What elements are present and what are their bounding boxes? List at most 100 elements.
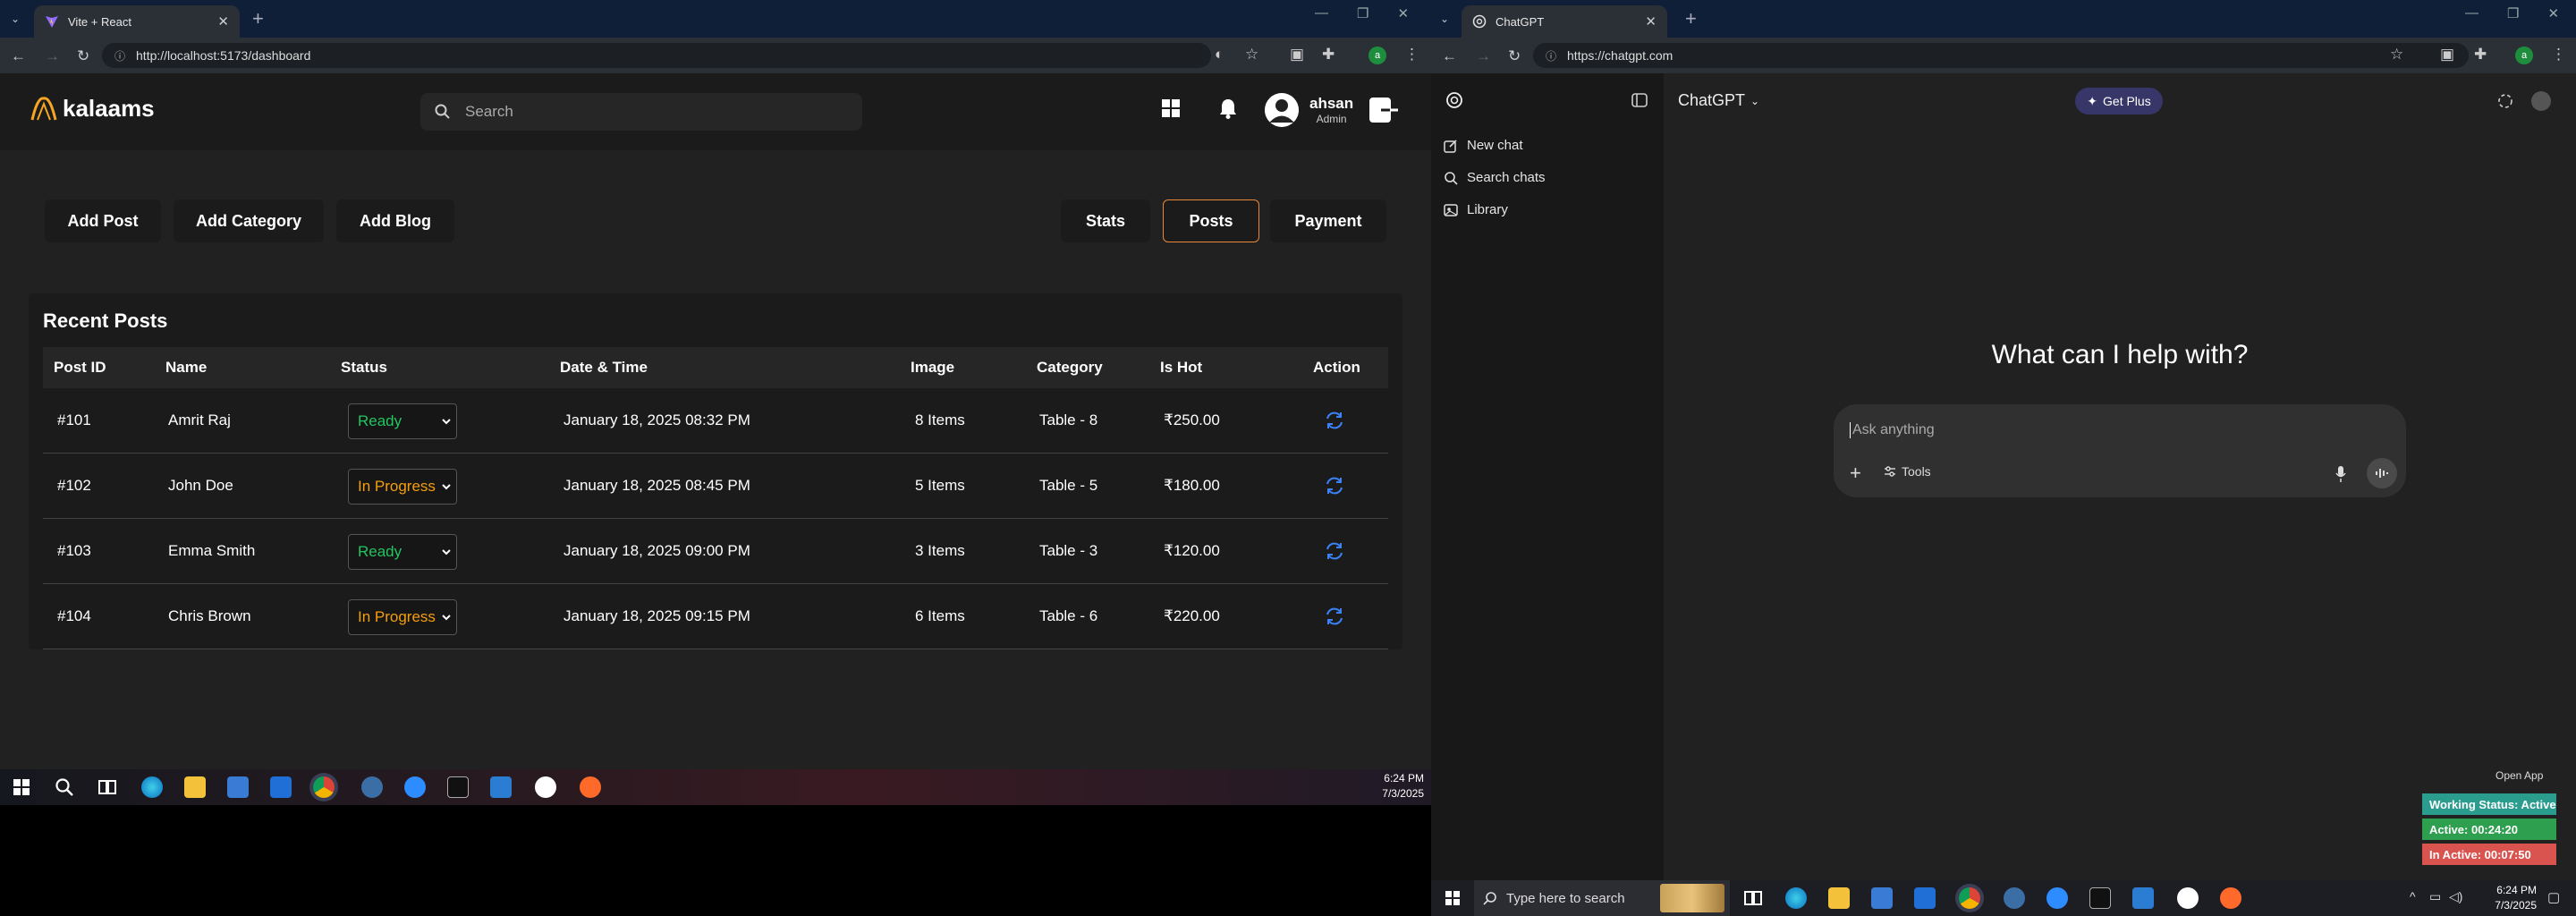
close-tab-icon[interactable]: ✕ bbox=[1645, 13, 1657, 30]
taskbar-clock[interactable]: 6:24 PM 7/3/2025 bbox=[2472, 883, 2537, 913]
bookmark-star-icon[interactable]: ☆ bbox=[1245, 46, 1258, 64]
payment-button[interactable]: Payment bbox=[1270, 199, 1386, 242]
taskbar-search-box[interactable]: Type here to search bbox=[1474, 880, 1730, 916]
status-select[interactable]: In Progress bbox=[348, 599, 457, 635]
tools-button[interactable]: Tools bbox=[1884, 464, 1931, 479]
user-menu[interactable]: ahsan Admin bbox=[1265, 93, 1353, 127]
back-icon[interactable]: ← bbox=[11, 47, 26, 65]
forward-icon[interactable]: → bbox=[1476, 47, 1491, 65]
voice-mode-button[interactable] bbox=[2367, 458, 2397, 488]
postman-icon[interactable] bbox=[580, 776, 601, 798]
account-avatar[interactable] bbox=[2531, 91, 2551, 111]
restore-icon[interactable]: ❐ bbox=[1357, 5, 1368, 21]
close-tab-icon[interactable]: ✕ bbox=[217, 13, 229, 30]
status-select[interactable]: In Progress bbox=[348, 469, 457, 505]
close-window-icon[interactable]: ✕ bbox=[1397, 5, 1409, 21]
extension-icon[interactable]: ▣ bbox=[2440, 46, 2454, 64]
posts-button[interactable]: Posts bbox=[1163, 199, 1259, 242]
new-tab-icon[interactable]: + bbox=[1685, 8, 1697, 30]
prompt-input[interactable]: Ask anything bbox=[1850, 422, 1935, 438]
address-bar[interactable]: ⓘ https://chatgpt.com bbox=[1533, 43, 2469, 68]
mail-icon[interactable] bbox=[270, 776, 292, 798]
search-chats-item[interactable]: Search chats bbox=[1444, 170, 1546, 185]
forward-icon[interactable]: → bbox=[45, 47, 60, 65]
extension-icon[interactable]: ▣ bbox=[1290, 46, 1304, 64]
refresh-icon[interactable] bbox=[1324, 388, 1345, 453]
search-bar[interactable]: Search bbox=[420, 93, 862, 131]
minimize-icon[interactable]: — bbox=[1315, 5, 1328, 21]
add-blog-button[interactable]: Add Blog bbox=[336, 199, 454, 242]
windows-start-icon[interactable] bbox=[11, 776, 32, 798]
terminal-icon[interactable] bbox=[447, 776, 469, 798]
minimize-icon[interactable]: — bbox=[2465, 5, 2479, 21]
app-icon[interactable] bbox=[535, 776, 556, 798]
zoom-icon[interactable] bbox=[404, 776, 426, 798]
zoom-icon[interactable] bbox=[2046, 887, 2068, 909]
taskbar-clock[interactable]: 6:24 PM 7/3/2025 bbox=[1342, 771, 1424, 802]
app-icon[interactable] bbox=[2177, 887, 2199, 909]
chrome-icon[interactable] bbox=[313, 776, 335, 798]
task-view-icon[interactable] bbox=[97, 776, 118, 798]
close-window-icon[interactable]: ✕ bbox=[2547, 5, 2559, 21]
notifications-icon[interactable]: ▢ bbox=[2547, 889, 2560, 905]
openai-logo-icon[interactable] bbox=[1445, 91, 1463, 109]
stats-button[interactable]: Stats bbox=[1061, 199, 1150, 242]
puzzle-icon[interactable]: ✚ bbox=[1322, 46, 1335, 64]
get-plus-button[interactable]: ✦ Get Plus bbox=[2075, 88, 2163, 114]
bookmark-star-icon[interactable]: ☆ bbox=[2390, 46, 2403, 64]
tab-vite-react[interactable]: Vite + React ✕ bbox=[34, 5, 240, 38]
edge-icon[interactable] bbox=[141, 776, 163, 798]
app-icon[interactable] bbox=[2004, 887, 2025, 909]
bell-icon[interactable] bbox=[1218, 98, 1238, 119]
microphone-icon[interactable] bbox=[2334, 465, 2347, 483]
refresh-icon[interactable] bbox=[1324, 519, 1345, 583]
address-bar[interactable]: ⓘ http://localhost:5173/dashboard bbox=[102, 43, 1211, 68]
postman-icon[interactable] bbox=[2220, 887, 2241, 909]
file-explorer-icon[interactable] bbox=[1828, 887, 1850, 909]
status-select[interactable]: Ready bbox=[348, 403, 457, 439]
search-icon[interactable] bbox=[54, 776, 75, 798]
model-selector[interactable]: ChatGPT ⌄ bbox=[1678, 91, 1759, 110]
status-select[interactable]: Ready bbox=[348, 534, 457, 570]
vscode-icon[interactable] bbox=[490, 776, 512, 798]
reload-icon[interactable]: ↻ bbox=[1508, 47, 1521, 65]
mail-icon[interactable] bbox=[1914, 887, 1936, 909]
task-view-icon[interactable] bbox=[1742, 887, 1764, 909]
profile-avatar[interactable]: a bbox=[1368, 47, 1386, 64]
grid-icon[interactable] bbox=[1161, 98, 1181, 118]
tab-chatgpt[interactable]: ChatGPT ✕ bbox=[1462, 5, 1667, 38]
vscode-icon[interactable] bbox=[2132, 887, 2154, 909]
new-tab-icon[interactable]: + bbox=[252, 8, 264, 30]
logo[interactable]: kalaams bbox=[29, 93, 155, 123]
temporary-chat-icon[interactable] bbox=[2497, 93, 2513, 109]
app-icon[interactable] bbox=[361, 776, 383, 798]
restore-icon[interactable]: ❐ bbox=[2507, 5, 2519, 21]
store-icon[interactable] bbox=[227, 776, 249, 798]
incognito-icon[interactable]: ◐ bbox=[1215, 46, 1224, 64]
open-app-link[interactable]: Open App bbox=[2496, 769, 2543, 782]
tab-search-icon[interactable]: ⌄ bbox=[1436, 11, 1453, 27]
library-item[interactable]: Library bbox=[1444, 202, 1508, 217]
edge-icon[interactable] bbox=[1785, 887, 1807, 909]
puzzle-icon[interactable]: ✚ bbox=[2474, 46, 2487, 64]
site-info-icon[interactable]: ⓘ bbox=[114, 48, 125, 64]
volume-icon[interactable]: ◁) bbox=[2449, 889, 2462, 904]
back-icon[interactable]: ← bbox=[1442, 47, 1457, 65]
refresh-icon[interactable] bbox=[1324, 454, 1345, 518]
site-info-icon[interactable]: ⓘ bbox=[1546, 48, 1556, 64]
menu-dots-icon[interactable]: ⋮ bbox=[2551, 46, 2566, 64]
reload-icon[interactable]: ↻ bbox=[77, 47, 89, 65]
add-category-button[interactable]: Add Category bbox=[174, 199, 324, 242]
logout-icon[interactable] bbox=[1368, 97, 1399, 123]
file-explorer-icon[interactable] bbox=[184, 776, 206, 798]
windows-start-icon[interactable] bbox=[1442, 887, 1463, 909]
terminal-icon[interactable] bbox=[2089, 887, 2111, 909]
add-post-button[interactable]: Add Post bbox=[45, 199, 161, 242]
plus-icon[interactable]: + bbox=[1850, 462, 1861, 485]
sidebar-toggle-icon[interactable] bbox=[1631, 93, 1648, 107]
network-icon[interactable]: ▭ bbox=[2429, 889, 2441, 904]
tray-chevron-icon[interactable]: ^ bbox=[2410, 889, 2416, 903]
menu-dots-icon[interactable]: ⋮ bbox=[1404, 46, 1419, 64]
tab-search-icon[interactable]: ⌄ bbox=[7, 11, 23, 27]
store-icon[interactable] bbox=[1871, 887, 1893, 909]
